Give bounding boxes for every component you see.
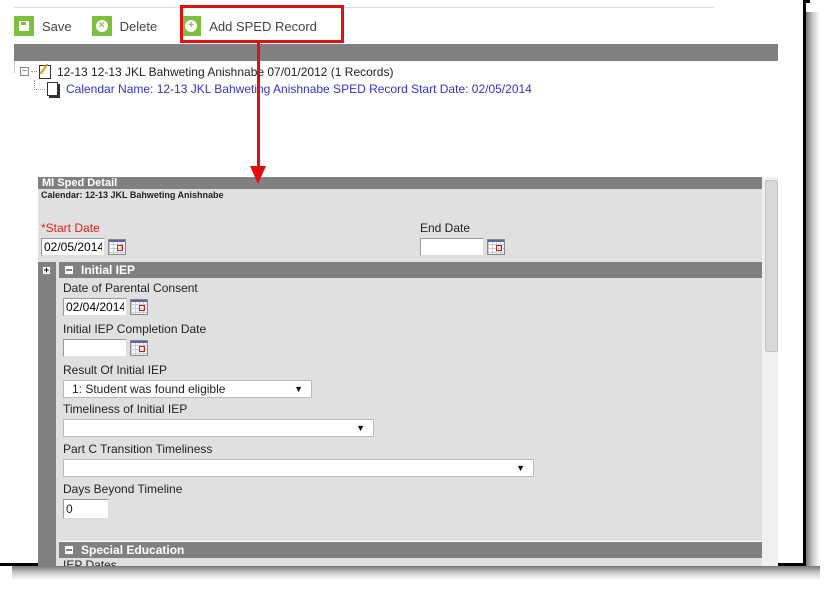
parental-consent-group <box>63 298 148 316</box>
delete-icon: × <box>91 16 112 36</box>
tree-child-link[interactable]: Calendar Name: 12-13 JKL Bahweting Anish… <box>66 82 532 96</box>
completion-date-label: Initial IEP Completion Date <box>63 322 207 336</box>
tree-border <box>14 61 15 73</box>
partc-label: Part C Transition Timeliness <box>63 442 213 456</box>
dropdown-arrow-icon: ▼ <box>294 384 303 394</box>
end-date-label: End Date <box>420 221 471 235</box>
sped-detail-panel: MI Sped Detail Calendar: 12-13 JKL Bahwe… <box>38 177 762 566</box>
calendar-icon[interactable] <box>108 239 126 255</box>
end-date-group <box>420 238 505 256</box>
section-initial-iep-header[interactable]: Initial IEP <box>59 262 762 278</box>
tree-item-child[interactable]: Calendar Name: 12-13 JKL Bahweting Anish… <box>20 79 532 97</box>
timeliness-label: Timeliness of Initial IEP <box>63 402 188 416</box>
delete-label: Delete <box>119 18 158 34</box>
frame-shadow-right <box>806 12 820 578</box>
frame-shadow-bottom <box>12 566 820 580</box>
delete-button[interactable]: × Delete <box>91 16 158 36</box>
save-label: Save <box>42 18 72 34</box>
start-date-group <box>41 238 126 256</box>
end-date-input[interactable] <box>420 238 484 256</box>
annotation-highlight-box <box>180 5 344 43</box>
section-title: Special Education <box>81 543 185 557</box>
calendar-icon[interactable] <box>130 340 148 356</box>
note-icon <box>39 64 51 79</box>
tree-connector <box>31 71 37 72</box>
calendar-name: Calendar: 12-13 JKL Bahweting Anishnabe <box>41 190 224 200</box>
parental-consent-label: Date of Parental Consent <box>63 281 198 295</box>
section-special-education-header[interactable]: Special Education <box>59 541 762 558</box>
tree-header-bar <box>14 44 778 61</box>
section-title: Initial IEP <box>81 263 136 277</box>
start-date-label-text: Start Date <box>45 221 100 235</box>
days-beyond-input[interactable]: 0 <box>63 499 109 519</box>
completion-date-group <box>63 339 148 357</box>
days-beyond-label: Days Beyond Timeline <box>63 482 183 496</box>
result-select[interactable]: 1: Student was found eligible ▼ <box>63 380 312 398</box>
record-tree: − 12-13 12-13 JKL Bahweting Anishnabe 07… <box>20 63 532 97</box>
save-button[interactable]: Save <box>14 16 72 36</box>
collapse-icon[interactable] <box>65 266 73 274</box>
scrollbar-thumb[interactable] <box>765 180 778 352</box>
document-icon <box>47 81 58 96</box>
timeliness-select[interactable]: ▼ <box>63 419 374 437</box>
save-icon <box>14 16 34 36</box>
partc-select[interactable]: ▼ <box>63 459 534 477</box>
tree-parent-label: 12-13 12-13 JKL Bahweting Anishnabe 07/0… <box>57 64 394 79</box>
result-label: Result Of Initial IEP <box>63 363 168 377</box>
result-selected-value: 1: Student was found eligible <box>72 382 226 396</box>
section-sidebar: + <box>38 262 56 566</box>
completion-date-input[interactable] <box>63 339 127 357</box>
iep-dates-label: IEP Dates <box>63 558 117 566</box>
calendar-icon[interactable] <box>487 239 505 255</box>
tree-item-parent[interactable]: − 12-13 12-13 JKL Bahweting Anishnabe 07… <box>20 63 532 80</box>
tree-connector <box>34 79 45 90</box>
parental-consent-input[interactable] <box>63 298 127 316</box>
dropdown-arrow-icon: ▼ <box>356 423 365 433</box>
start-date-label: *Start Date <box>41 221 100 235</box>
dropdown-arrow-icon: ▼ <box>516 463 525 473</box>
collapse-icon[interactable]: − <box>20 67 29 76</box>
expand-all-icon[interactable]: + <box>42 266 51 275</box>
collapse-icon[interactable] <box>65 546 73 554</box>
annotation-arrow-line <box>257 43 260 171</box>
panel-title: MI Sped Detail <box>38 177 762 189</box>
calendar-icon[interactable] <box>130 299 148 315</box>
top-strip <box>14 3 714 8</box>
start-date-input[interactable] <box>41 238 105 256</box>
annotation-arrow-head <box>250 166 266 184</box>
